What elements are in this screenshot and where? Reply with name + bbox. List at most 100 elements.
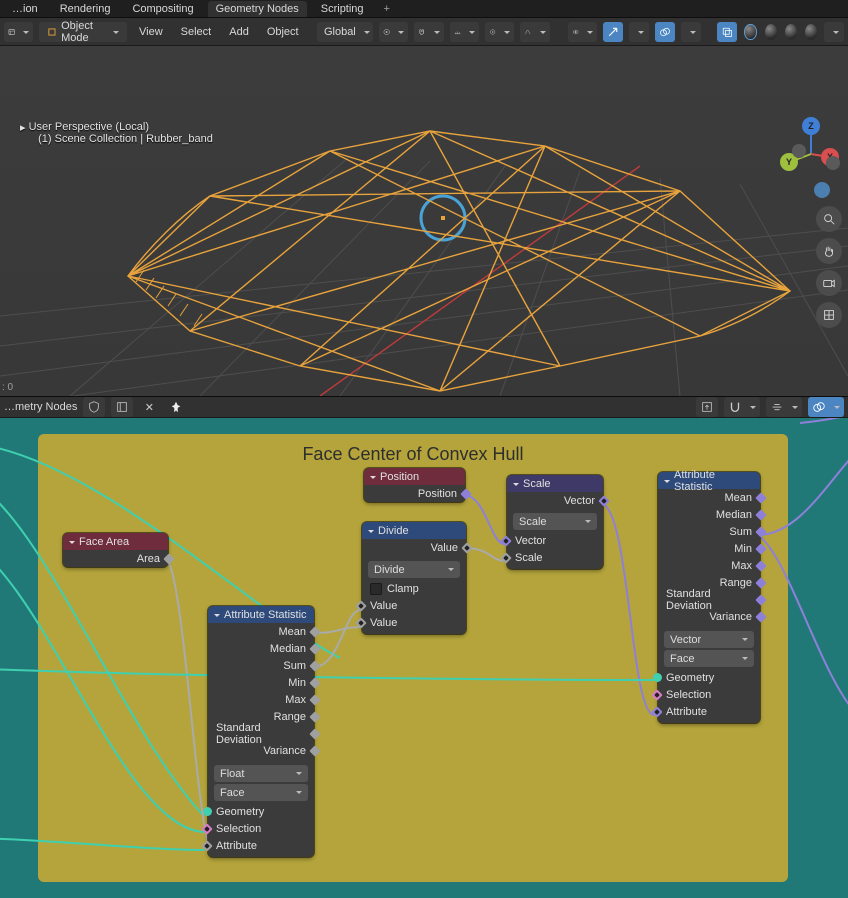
node-editor-header: …metry Nodes ✕ xyxy=(0,396,848,418)
node-scale[interactable]: Scale Vector Scale Vector Scale xyxy=(507,475,603,569)
perspective-button[interactable] xyxy=(816,302,842,328)
in-geometry: Geometry xyxy=(216,806,264,818)
editor-type-icon xyxy=(8,25,15,39)
pivot-icon xyxy=(383,25,390,39)
object-mode-icon xyxy=(47,25,57,39)
gizmo-extra[interactable] xyxy=(814,182,830,198)
node-title: Position xyxy=(380,471,419,483)
tab-geometry-nodes[interactable]: Geometry Nodes xyxy=(208,1,307,17)
out-sum: Sum xyxy=(283,660,306,672)
viewport-header: Object Mode View Select Add Object Globa… xyxy=(0,18,848,46)
in-attribute: Attribute xyxy=(666,706,707,718)
gizmo-neg-x[interactable] xyxy=(792,144,806,158)
overlay-line1: User Perspective (Local) xyxy=(29,121,149,133)
dtype-select[interactable]: Float xyxy=(214,765,308,782)
shading-matprev[interactable] xyxy=(785,24,797,40)
tab-rendering[interactable]: Rendering xyxy=(52,1,119,17)
unlink-button[interactable]: ✕ xyxy=(139,397,159,417)
in-vector: Vector xyxy=(515,535,546,547)
pivot-select[interactable] xyxy=(379,22,408,42)
overlays-node-toggle[interactable] xyxy=(808,397,844,417)
proportional-edit[interactable] xyxy=(485,22,514,42)
overlays-menu[interactable] xyxy=(681,22,701,42)
node-attribute-statistic-1[interactable]: Attribute Statistic Mean Median Sum Min … xyxy=(208,606,314,857)
orientation-select[interactable]: Global xyxy=(317,22,373,42)
dtype-select[interactable]: Vector xyxy=(664,631,754,648)
in-value-1: Value xyxy=(370,600,397,612)
shading-wireframe[interactable] xyxy=(744,24,756,40)
in-geometry: Geometry xyxy=(666,672,714,684)
eye-icon xyxy=(572,25,579,39)
out-mean: Mean xyxy=(278,626,306,638)
pin-button[interactable] xyxy=(165,397,187,417)
node-editor-canvas[interactable]: Face Center of Convex Hull xyxy=(0,418,848,898)
menu-select[interactable]: Select xyxy=(175,26,218,38)
gizmo-menu[interactable] xyxy=(629,22,649,42)
domain-select[interactable]: Face xyxy=(664,650,754,667)
menu-object[interactable]: Object xyxy=(261,26,305,38)
menu-add[interactable]: Add xyxy=(223,26,255,38)
out-vector: Vector xyxy=(564,495,595,507)
gizmo-z[interactable]: Z xyxy=(802,117,820,135)
tab-scripting[interactable]: Scripting xyxy=(313,1,372,17)
socket-position: Position xyxy=(418,488,457,500)
menu-view[interactable]: View xyxy=(133,26,169,38)
socket-area-label: Area xyxy=(137,553,160,565)
operation-select[interactable]: Divide xyxy=(368,561,460,578)
scale-op-select[interactable]: Scale xyxy=(513,513,597,530)
show-gizmo-toggle[interactable] xyxy=(603,22,623,42)
gizmo-arrow-icon xyxy=(607,25,619,39)
snap-toggle[interactable] xyxy=(414,22,443,42)
camera-button[interactable] xyxy=(816,270,842,296)
mode-select[interactable]: Object Mode xyxy=(39,22,127,42)
orientation-label: Global xyxy=(324,26,356,38)
fake-user-toggle[interactable] xyxy=(83,397,105,417)
tab-compositing[interactable]: Compositing xyxy=(124,1,201,17)
out-max: Max xyxy=(731,560,752,572)
node-title: Attribute Statistic xyxy=(224,609,307,621)
3d-viewport[interactable]: ‹ Options xyxy=(0,46,848,396)
nav-gizmo[interactable]: Z Y X xyxy=(782,120,840,178)
visibility-menu[interactable] xyxy=(568,22,597,42)
clamp-label: Clamp xyxy=(387,583,419,595)
node-divide[interactable]: Divide Value Divide Clamp Value Value xyxy=(362,522,466,634)
overlays-icon xyxy=(812,400,826,414)
snap-target[interactable] xyxy=(450,22,479,42)
hand-icon xyxy=(822,244,836,258)
overlays-icon xyxy=(659,25,671,39)
overlay-line2: (1) Scene Collection | Rubber_band xyxy=(38,133,213,145)
in-scale: Scale xyxy=(515,552,543,564)
out-variance: Variance xyxy=(709,611,752,623)
shading-solid[interactable] xyxy=(765,24,777,40)
node-face-area[interactable]: Face Area Area xyxy=(63,533,168,567)
out-median: Median xyxy=(270,643,306,655)
camera-icon xyxy=(822,276,836,290)
node-title: Divide xyxy=(378,525,409,537)
parent-tree-button[interactable] xyxy=(696,397,718,417)
domain-select[interactable]: Face xyxy=(214,784,308,801)
browse-tree-button[interactable] xyxy=(111,397,133,417)
grid-icon xyxy=(822,308,836,322)
proportional-falloff[interactable] xyxy=(520,22,549,42)
zoom-button[interactable] xyxy=(816,206,842,232)
shading-menu[interactable] xyxy=(824,22,844,42)
viewport-side-buttons xyxy=(816,206,842,328)
in-attribute: Attribute xyxy=(216,840,257,852)
xray-toggle[interactable] xyxy=(717,22,737,42)
gizmo-neg-y[interactable] xyxy=(826,156,840,170)
xray-icon xyxy=(721,25,733,39)
clamp-checkbox[interactable] xyxy=(370,583,382,595)
snap-target-icon xyxy=(770,400,784,414)
mode-label: Object Mode xyxy=(61,20,105,44)
node-position[interactable]: Position Position xyxy=(364,468,465,502)
snap-node-target[interactable] xyxy=(766,397,802,417)
magnet-icon xyxy=(728,400,742,414)
pan-button[interactable] xyxy=(816,238,842,264)
shading-rendered[interactable] xyxy=(805,24,817,40)
editor-type-button[interactable] xyxy=(4,22,33,42)
snap-node-toggle[interactable] xyxy=(724,397,760,417)
overlays-toggle[interactable] xyxy=(655,22,675,42)
add-workspace-button[interactable]: + xyxy=(378,3,396,15)
tab-partial[interactable]: …ion xyxy=(4,1,46,17)
node-attribute-statistic-2[interactable]: Attribute Statistic Mean Median Sum Min … xyxy=(658,472,760,723)
